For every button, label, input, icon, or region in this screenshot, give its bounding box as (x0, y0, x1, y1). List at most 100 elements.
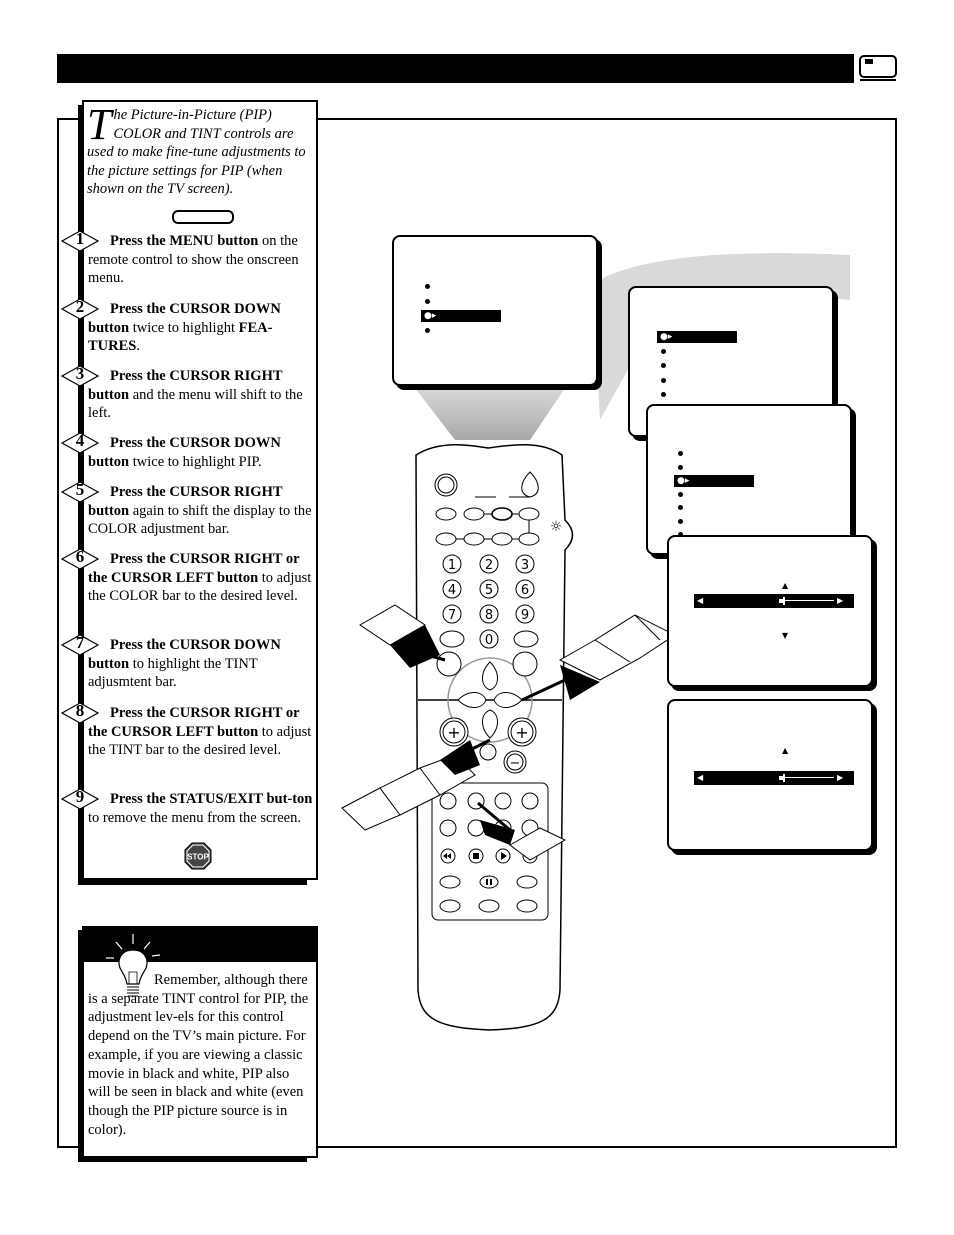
menu-item-bullet[interactable] (661, 377, 666, 383)
step-rule (80, 808, 84, 844)
vcr-button (439, 792, 457, 810)
stop-sign-label: STOP (187, 853, 209, 862)
step-9: 9 Press the STATUS/EXIT but-ton to remove… (60, 787, 316, 844)
number-key-label: 3 (521, 558, 529, 573)
menu-item-bullet[interactable] (678, 518, 683, 524)
keypad-side-button (513, 630, 539, 648)
vcr-button (516, 899, 538, 913)
channel-plus-label: + (515, 723, 528, 742)
menu-item-highlighted[interactable]: ●▸ (421, 310, 501, 322)
main-menu-screen: ●▸ (392, 235, 598, 386)
tint-adjust-screen: ▲ ◀ ▶ (667, 699, 873, 851)
menu-item-highlighted[interactable]: ●▸ (657, 331, 737, 343)
keypad-side-button (439, 630, 465, 648)
function-button (463, 507, 485, 521)
projection-beam (415, 388, 565, 440)
menu-item-bullet[interactable] (425, 327, 430, 333)
step-number: 8 (75, 701, 85, 720)
step-number: 5 (75, 480, 85, 499)
mute-button (479, 743, 497, 761)
number-key-label: 4 (448, 583, 456, 598)
menu-item-bullet[interactable] (678, 451, 683, 456)
cursor-select-icon: ●▸ (660, 332, 673, 342)
vcr-button (439, 875, 461, 889)
step-rule (80, 250, 84, 286)
right-arrow-icon: ▶ (837, 596, 844, 605)
function-button (435, 507, 457, 521)
menu-item-bullet[interactable] (678, 491, 683, 497)
step-6: 6 Press the CURSOR RIGHT or the CURSOR LE… (60, 547, 316, 622)
intro-paragraph: The Picture-in-Picture (PIP) COLOR and T… (87, 100, 313, 199)
step-number: 6 (75, 547, 85, 566)
menu-item-bullet[interactable] (661, 348, 666, 354)
function-button (491, 532, 513, 546)
step-rule (80, 385, 84, 421)
step-7: 7 Press the CURSOR DOWN button to highlig… (60, 633, 316, 692)
number-key-label: 6 (521, 583, 529, 598)
vcr-button (521, 792, 539, 810)
stop-sign-icon: STOP (184, 842, 212, 870)
right-arrow-icon: ▶ (837, 773, 844, 782)
step-instruction-text: to remove the menu from the screen. (88, 809, 301, 826)
number-key-label: 0 (485, 633, 493, 648)
menu-item-highlighted[interactable]: ●▸ (674, 475, 754, 487)
menu-item-bullet[interactable] (661, 363, 666, 368)
tip-text-body: Remember, although there is a separate T… (88, 972, 309, 1138)
menu-button (436, 651, 462, 677)
function-button (463, 532, 485, 546)
step-rule (80, 722, 84, 776)
step-instruction-bold: Press the MENU button (110, 233, 259, 249)
function-button (518, 532, 540, 546)
menu-item-bullet[interactable] (425, 284, 430, 289)
vcr-button (516, 875, 538, 889)
step-instruction-text: twice to highlight PIP. (129, 453, 262, 470)
header-bar (57, 54, 854, 83)
number-key-label: 2 (485, 558, 493, 573)
step-5: 5 Press the CURSOR RIGHT button again to … (60, 480, 316, 539)
intro-text: he Picture-in-Picture (PIP) COLOR and TI… (87, 107, 306, 198)
cursor-up-indicator: ▲ (782, 581, 789, 590)
step-instruction-bold: Press the STATUS/EXIT but-ton (110, 791, 313, 807)
volume-plus-label: + (447, 723, 460, 742)
menu-item-bullet[interactable] (661, 392, 666, 397)
vcr-button (494, 792, 512, 810)
step-rule (80, 452, 84, 468)
cursor-up-indicator: ▲ (782, 746, 789, 755)
tv-screen-icon (859, 55, 897, 81)
step-4: 4 Press the CURSOR DOWN button twice to h… (60, 431, 316, 471)
number-key-label: 5 (485, 583, 493, 598)
tint-level-track (782, 777, 834, 778)
cursor-select-icon: ●▸ (677, 476, 690, 486)
step-number: 4 (75, 431, 85, 450)
step-3: 3 Press the CURSOR RIGHT button and the m… (60, 364, 316, 423)
step-number: 1 (75, 229, 85, 248)
step-instruction-text: . (136, 338, 140, 355)
step-number: 3 (75, 364, 85, 383)
step-rule (80, 501, 84, 537)
function-button (518, 507, 540, 521)
menu-button-icon (172, 210, 234, 224)
step-8: 8 Press the CURSOR RIGHT or the CURSOR LE… (60, 701, 316, 776)
left-arrow-icon: ◀ (697, 773, 704, 782)
light-sensor-icon: ☼ (550, 519, 563, 535)
stop-icon (473, 853, 479, 859)
step-rule (80, 568, 84, 622)
step-2: 2 Press the CURSOR DOWN button twice to h… (60, 297, 316, 372)
status-exit-button (512, 651, 538, 677)
vcr-button (439, 899, 461, 913)
drop-cap: T (87, 100, 112, 149)
instruction-panel: The Picture-in-Picture (PIP) COLOR and T… (60, 100, 318, 880)
color-adjust-screen: ▲ ◀ ▶ ▼ (667, 535, 873, 687)
tip-box: Remember, although there is a separate T… (82, 926, 318, 1158)
tint-adjust-bar[interactable]: ◀ ▶ (694, 771, 854, 785)
menu-item-bullet[interactable] (425, 298, 430, 304)
menu-item-bullet[interactable] (678, 505, 683, 510)
step-instruction-text: twice to highlight (129, 319, 239, 336)
step-number: 2 (75, 297, 85, 316)
minus-label: − (510, 756, 521, 771)
color-level-track (782, 600, 834, 601)
cursor-select-icon: ●▸ (424, 311, 437, 321)
tip-text: Remember, although there is a separate T… (88, 966, 314, 1139)
menu-item-bullet[interactable] (678, 464, 683, 470)
color-adjust-bar[interactable]: ◀ ▶ (694, 594, 854, 608)
